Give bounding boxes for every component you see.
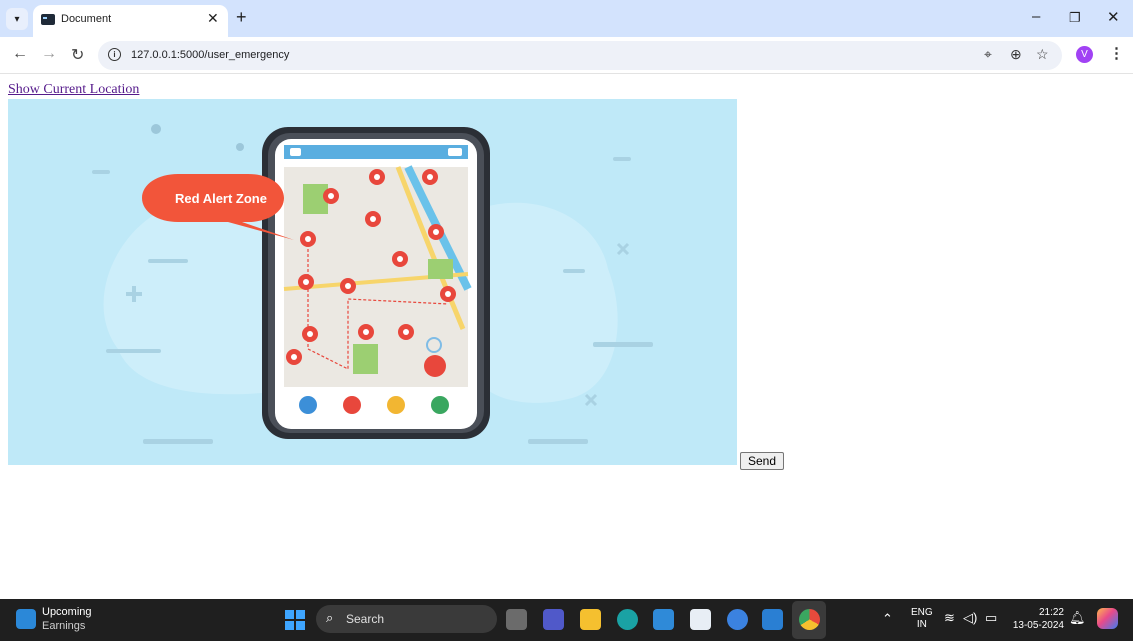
- windows-taskbar: Upcoming Earnings ⌕ Search ⌃ ENG IN ≋ ◁)…: [0, 599, 1133, 641]
- mylp-icon[interactable]: [653, 609, 674, 630]
- profile-avatar[interactable]: V: [1076, 46, 1093, 63]
- tab-title: Document: [61, 13, 112, 25]
- document-favicon-icon: [41, 14, 55, 25]
- widget-subtitle[interactable]: Earnings: [42, 620, 85, 632]
- page-content: Show Current Location Red Alert Zone Sen…: [0, 75, 1133, 599]
- task-view-icon[interactable]: [506, 609, 527, 630]
- tab-close-icon[interactable]: ✕: [207, 10, 219, 27]
- clock[interactable]: 21:22 13-05-2024: [1010, 606, 1064, 632]
- site-info-icon[interactable]: i: [108, 48, 121, 61]
- language-indicator[interactable]: ENG IN: [911, 607, 933, 631]
- back-icon[interactable]: ←: [12, 45, 28, 63]
- widget-title[interactable]: Upcoming: [42, 606, 92, 618]
- tray-chevron-icon[interactable]: ⌃: [882, 611, 893, 627]
- menu-dots-icon[interactable]: ⋮: [1109, 44, 1124, 62]
- notification-bell-icon[interactable]: 🔔︎: [1069, 610, 1086, 626]
- start-button[interactable]: [285, 610, 305, 630]
- copilot-icon[interactable]: [1097, 608, 1118, 629]
- edge-icon[interactable]: [617, 609, 638, 630]
- widgets-icon[interactable]: [16, 609, 36, 629]
- emergency-map-illustration: Red Alert Zone: [8, 99, 737, 465]
- zoom-icon[interactable]: ⊕: [1010, 46, 1022, 63]
- show-location-link[interactable]: Show Current Location: [8, 82, 139, 98]
- folder-icon[interactable]: [580, 609, 601, 630]
- tab-search-icon[interactable]: ▾: [6, 8, 28, 30]
- close-icon[interactable]: ✕: [1107, 8, 1120, 26]
- bookmark-star-icon[interactable]: ☆: [1036, 46, 1049, 63]
- reload-icon[interactable]: ↻: [71, 45, 84, 65]
- map-illustration-graphic: Red Alert Zone: [92, 124, 653, 444]
- store-icon[interactable]: [690, 609, 711, 630]
- address-bar[interactable]: i 127.0.0.1:5000/user_emergency ⌖ ⊕ ☆: [98, 41, 1062, 70]
- search-icon: ⌕: [326, 610, 334, 625]
- send-button[interactable]: Send: [740, 452, 784, 470]
- forward-icon[interactable]: →: [41, 45, 57, 63]
- copilot-app-icon[interactable]: [727, 609, 748, 630]
- taskbar-search[interactable]: ⌕ Search: [316, 605, 497, 633]
- search-label: Search: [346, 612, 385, 626]
- browser-toolbar: ← → ↻ i 127.0.0.1:5000/user_emergency ⌖ …: [0, 37, 1133, 74]
- wifi-icon[interactable]: ≋: [944, 610, 955, 626]
- chrome-icon[interactable]: [799, 609, 820, 630]
- teams-icon[interactable]: [543, 609, 564, 630]
- vscode-icon[interactable]: [762, 609, 783, 630]
- volume-icon[interactable]: ◁): [963, 610, 977, 626]
- location-icon[interactable]: ⌖: [984, 46, 992, 63]
- new-tab-button[interactable]: +: [236, 7, 247, 28]
- restore-icon[interactable]: ❐: [1069, 10, 1081, 26]
- tab-document[interactable]: Document ✕: [33, 5, 228, 37]
- minimize-icon[interactable]: –: [1032, 8, 1040, 25]
- url-text[interactable]: 127.0.0.1:5000/user_emergency: [131, 49, 289, 61]
- browser-tab-strip: ▾ Document ✕ + – ❐ ✕: [0, 0, 1133, 37]
- battery-icon[interactable]: ▭: [985, 610, 997, 626]
- red-alert-zone-label: Red Alert Zone: [175, 191, 267, 206]
